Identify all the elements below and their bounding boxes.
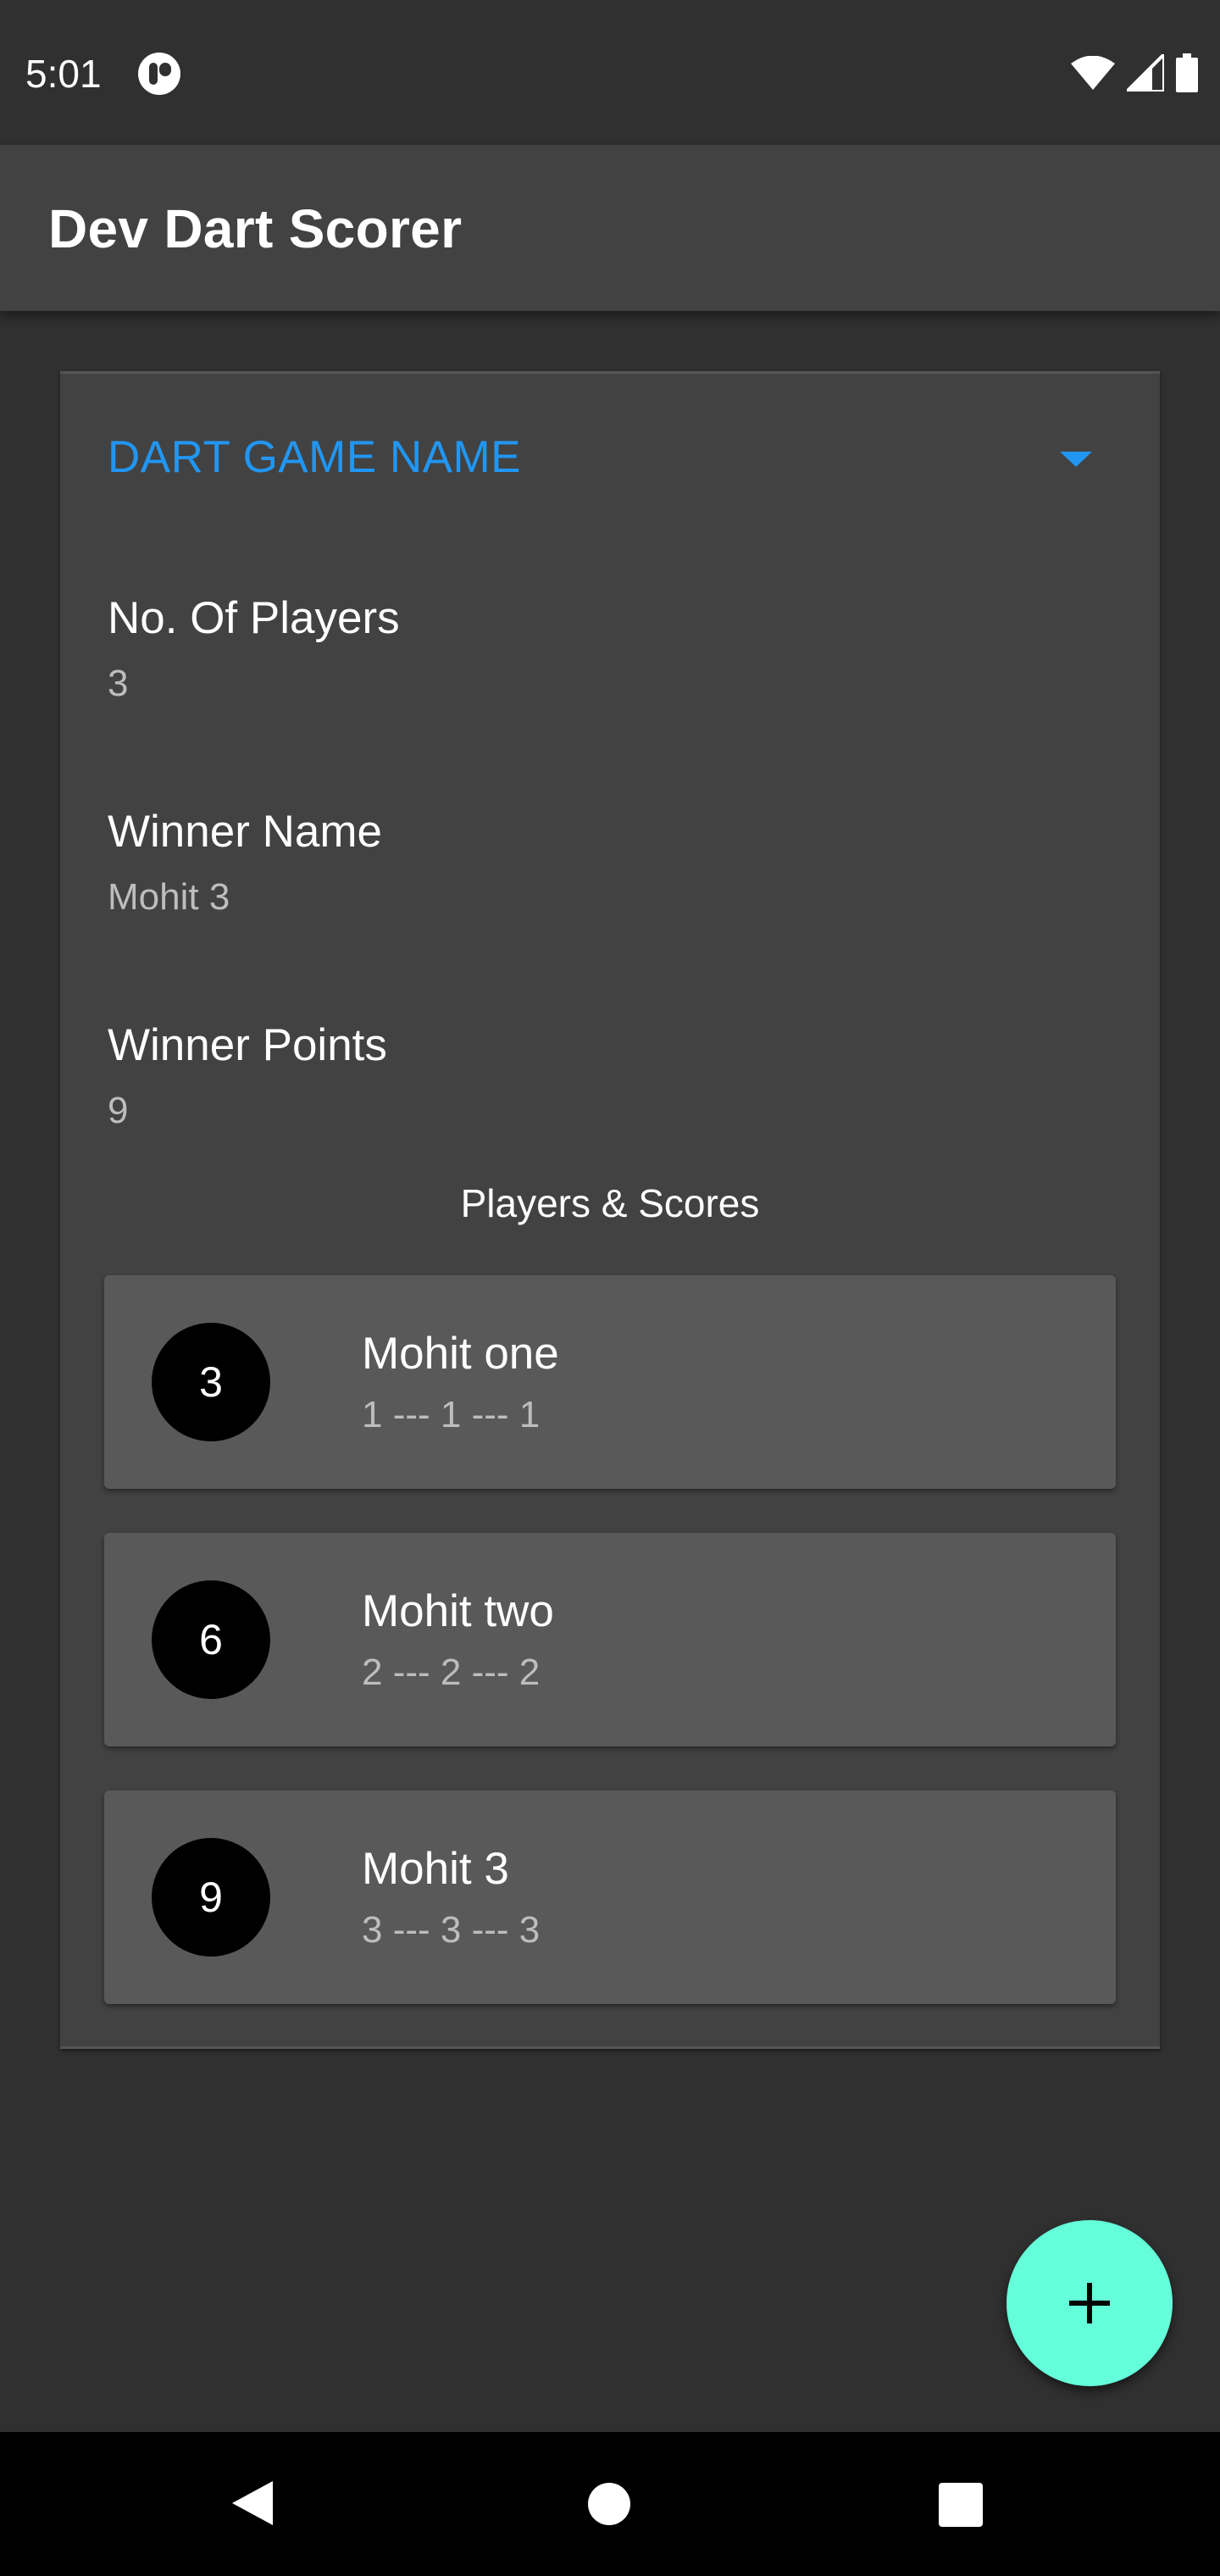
player-card[interactable]: 9 Mohit 3 3 --- 3 --- 3 <box>104 1790 1116 2004</box>
game-panel-header[interactable]: DART GAME NAME <box>60 374 1160 543</box>
player-name: Mohit two <box>362 1586 554 1636</box>
status-time: 5:01 <box>25 52 102 96</box>
game-card: DART GAME NAME No. Of Players 3 Winner N… <box>60 371 1160 2049</box>
player-total-avatar: 9 <box>152 1838 270 1957</box>
cell-signal-icon <box>1127 54 1164 92</box>
winner-points-label: Winner Points <box>108 1020 387 1070</box>
battery-icon <box>1176 53 1198 92</box>
home-icon[interactable] <box>588 2483 630 2525</box>
players-scores-heading: Players & Scores <box>460 1181 760 1225</box>
player-scores: 2 --- 2 --- 2 <box>362 1652 541 1693</box>
recents-icon[interactable] <box>939 2483 983 2527</box>
plus-icon <box>1069 2283 1110 2323</box>
app-notification-icon <box>138 53 180 95</box>
chevron-down-icon[interactable] <box>1060 452 1092 467</box>
winner-points-value: 9 <box>108 1090 129 1131</box>
status-bar: 5:01 <box>0 0 1220 145</box>
player-name: Mohit 3 <box>362 1844 509 1894</box>
app-bar: Dev Dart Scorer <box>0 145 1220 311</box>
wifi-icon <box>1071 56 1115 90</box>
system-nav-bar <box>0 2432 1220 2576</box>
winner-points-block: Winner Points 9 <box>108 1019 387 1132</box>
player-scores: 3 --- 3 --- 3 <box>362 1909 541 1951</box>
add-game-fab[interactable] <box>1006 2220 1173 2386</box>
players-count-block: No. Of Players 3 <box>108 592 400 705</box>
player-name: Mohit one <box>362 1329 559 1379</box>
winner-name-label: Winner Name <box>108 807 382 857</box>
players-count-value: 3 <box>108 663 129 704</box>
game-name-title: DART GAME NAME <box>108 432 522 482</box>
player-scores: 1 --- 1 --- 1 <box>362 1394 541 1435</box>
winner-name-block: Winner Name Mohit 3 <box>108 806 382 919</box>
player-list: 3 Mohit one 1 --- 1 --- 1 6 Mohit two 2 … <box>104 1275 1116 2048</box>
status-icons <box>1071 51 1198 95</box>
players-count-label: No. Of Players <box>108 593 400 643</box>
back-icon[interactable] <box>230 2479 274 2531</box>
app-title: Dev Dart Scorer <box>48 198 463 259</box>
player-card[interactable]: 3 Mohit one 1 --- 1 --- 1 <box>104 1275 1116 1489</box>
winner-name-value: Mohit 3 <box>108 876 230 918</box>
player-total-avatar: 3 <box>152 1323 270 1441</box>
player-total-avatar: 6 <box>152 1580 270 1699</box>
player-card[interactable]: 6 Mohit two 2 --- 2 --- 2 <box>104 1533 1116 1746</box>
